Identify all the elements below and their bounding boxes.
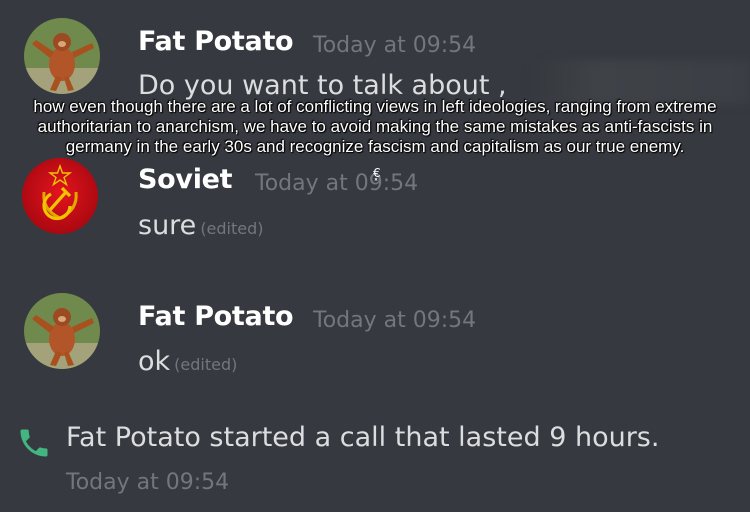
edited-label: (edited) [174,355,238,374]
call-timestamp: Today at 09:54 [66,470,230,495]
message-text: sure (edited) [138,210,264,241]
orangutan-avatar-icon[interactable] [24,293,100,369]
message-timestamp: Today at 09:54 [255,171,419,196]
edited-label: (edited) [200,219,264,238]
message-author[interactable]: Fat Potato [138,301,294,332]
message-body: sure [138,210,197,241]
message-body: ok [138,346,171,377]
glitch-glyphs: € ˟ [373,166,381,191]
message-text: ok (edited) [138,346,237,377]
phone-icon [20,429,48,457]
message-timestamp: Today at 09:54 [313,33,477,58]
message-author[interactable]: Fat Potato [138,26,294,57]
hammer-sickle-avatar-icon[interactable] [22,158,98,234]
orangutan-avatar-icon[interactable] [24,18,100,94]
meme-caption: how even though there are a lot of confl… [33,97,717,156]
message-author[interactable]: Soviet [138,164,233,195]
message-timestamp: Today at 09:54 [313,308,477,333]
call-event-text: Fat Potato started a call that lasted 9 … [66,422,660,453]
